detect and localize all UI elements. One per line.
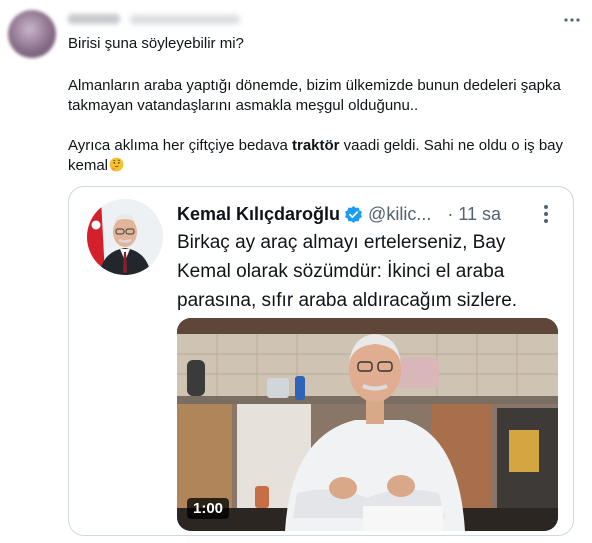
quoted-more-options-icon[interactable] — [533, 201, 559, 227]
tweet[interactable]: Birisi şuna söyleyebilir mi? Almanların … — [0, 0, 592, 543]
tweet-text-segment: Ayrıca aklıma her çiftçiye bedava — [68, 137, 292, 154]
quoted-header: Kemal Kılıçdaroğlu @kilic... · 11 sa — [177, 201, 501, 227]
tweet-header — [68, 8, 240, 30]
tweet-text-segment: vaadi geldi. Sahi ne oldu o iş bay — [339, 137, 563, 154]
verified-badge-icon — [345, 205, 363, 223]
quoted-text-line: parasına, sıfır araba aldıracağım sizler… — [177, 290, 518, 311]
quoted-text-line: Birkaç ay araç almayı ertelerseniz, Bay — [177, 232, 506, 253]
quoted-author-name[interactable]: Kemal Kılıçdaroğlu — [177, 204, 340, 225]
video-thumbnail — [177, 318, 558, 531]
video-duration-badge: 1:00 — [187, 498, 230, 519]
separator-dot: · — [447, 203, 454, 224]
author-name-redacted[interactable] — [68, 14, 120, 24]
tweet-text-bold: traktör — [292, 137, 340, 154]
tweet-text-line: kemal — [68, 156, 124, 176]
tweet-text-line: Almanların araba yaptığı dönemde, bizim … — [68, 77, 561, 94]
quoted-text-line: Kemal olarak sözümdür: İkinci el araba — [177, 261, 505, 282]
tweet-text-line: takmayan vatandaşlarını asmakla meşgul o… — [68, 97, 419, 114]
tweet-text-line: Ayrıca aklıma her çiftçiye bedava traktö… — [68, 136, 563, 156]
tweet-text-segment: kemal — [68, 157, 109, 174]
quoted-author-handle[interactable]: @kilic... — [368, 204, 431, 225]
video-player[interactable]: 1:00 — [177, 318, 558, 531]
thinking-face-icon — [109, 157, 124, 172]
quoted-avatar[interactable] — [87, 199, 163, 275]
author-handle-redacted[interactable] — [130, 14, 240, 24]
tweet-text-line: Birisi şuna söyleyebilir mi? — [68, 35, 244, 52]
quoted-timestamp[interactable]: 11 sa — [458, 204, 501, 225]
avatar[interactable] — [8, 10, 56, 58]
more-options-icon[interactable] — [562, 10, 582, 30]
quoted-tweet[interactable]: Kemal Kılıçdaroğlu @kilic... · 11 sa Bir… — [68, 186, 574, 536]
